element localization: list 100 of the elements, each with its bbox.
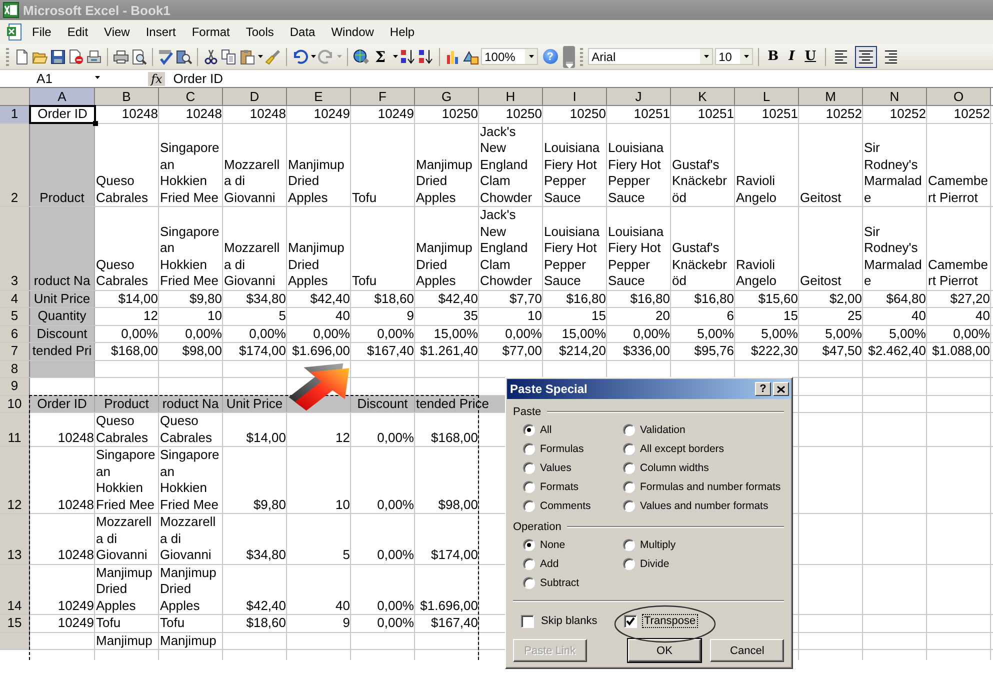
row-header[interactable]: 9 <box>0 378 30 394</box>
cell[interactable]: $336,00 <box>607 343 671 360</box>
cell[interactable]: $167,40 <box>415 615 479 632</box>
cell[interactable]: 0,00% <box>95 326 159 342</box>
cell[interactable]: Louisiana Fiery Hot Pepper Sauce <box>543 124 607 206</box>
cell[interactable]: 0,00% <box>607 326 671 342</box>
cell[interactable]: 6 <box>671 308 735 324</box>
row-header[interactable]: 8 <box>0 360 30 377</box>
bold-button[interactable]: B <box>764 46 783 66</box>
cell[interactable]: $2.462,40 <box>863 343 927 360</box>
cell[interactable]: 40 <box>863 308 927 324</box>
cell[interactable]: Discount <box>30 326 95 342</box>
zoom-box[interactable]: 100% <box>480 48 538 65</box>
row-header[interactable]: 2 <box>0 124 30 206</box>
cell[interactable]: 9 <box>287 615 351 632</box>
menu-item[interactable]: File <box>24 25 60 39</box>
radio-label[interactable]: Values and number formats <box>640 500 768 512</box>
row-header[interactable]: 10 <box>0 396 30 412</box>
checkbox[interactable] <box>521 614 534 628</box>
cell[interactable]: Jack's New England Clam Chowder <box>479 124 543 206</box>
cell[interactable]: 10252 <box>927 106 991 122</box>
column-header[interactable]: A <box>30 88 95 105</box>
radio-button[interactable] <box>623 424 635 436</box>
cell[interactable]: Gustaf's Knäckebr öd <box>671 207 735 290</box>
cell[interactable]: Discount <box>351 396 415 412</box>
cell[interactable]: 5,00% <box>799 326 863 342</box>
italic-button[interactable]: I <box>784 46 799 66</box>
cell[interactable]: $16,80 <box>671 290 735 307</box>
column-header[interactable]: F <box>351 88 415 105</box>
cell[interactable]: Camembe rt Pierrot <box>927 207 991 290</box>
save-icon[interactable] <box>50 48 66 64</box>
underline-button[interactable]: U <box>800 46 820 66</box>
cell[interactable]: Louisiana Fiery Hot Pepper Sauce <box>607 207 671 290</box>
row-header[interactable]: 14 <box>0 564 30 614</box>
radio-button[interactable] <box>623 442 635 454</box>
radio-label[interactable]: Formulas and number formats <box>640 480 781 492</box>
radio-button[interactable] <box>623 462 635 474</box>
cell[interactable]: Manjimup Dried Apples <box>95 564 159 614</box>
cell[interactable]: 10248 <box>30 447 95 513</box>
cell[interactable]: 10250 <box>543 106 607 122</box>
radio-button[interactable] <box>523 442 535 454</box>
radio-button[interactable] <box>623 500 635 512</box>
radio-button[interactable] <box>523 462 535 474</box>
cell[interactable]: 20 <box>607 308 671 324</box>
cell[interactable]: Queso Cabrales <box>159 413 223 446</box>
menu-item[interactable]: Help <box>382 25 423 39</box>
cell[interactable]: $1.696,00 <box>415 564 479 614</box>
cell[interactable]: $168,00 <box>415 413 479 446</box>
cell[interactable]: Manjimup <box>159 632 223 649</box>
cell[interactable]: Gustaf's Knäckebr öd <box>671 124 735 206</box>
cell[interactable]: $42,40 <box>223 564 287 614</box>
row-header[interactable]: 3 <box>0 207 30 290</box>
cell[interactable]: Ravioli Angelo <box>735 207 799 290</box>
cell[interactable]: Singapore an Hokkien Fried Mee <box>159 207 223 290</box>
checkbox-label[interactable]: Skip blanks <box>539 614 600 628</box>
cell[interactable]: tended Pri <box>30 343 95 360</box>
cell[interactable]: Tofu <box>159 615 223 632</box>
radio-label[interactable]: All except borders <box>640 442 724 454</box>
cell[interactable]: Sir Rodney's Marmalad e <box>863 207 927 290</box>
radio-button[interactable] <box>523 558 535 570</box>
close-icon[interactable] <box>777 386 785 392</box>
row-header[interactable]: 11 <box>0 413 30 446</box>
cell[interactable]: 12 <box>95 308 159 324</box>
cell[interactable]: Manjimup Dried Apples <box>287 124 351 206</box>
sort-descending-icon[interactable] <box>418 48 434 64</box>
globe-link-icon[interactable] <box>353 48 369 64</box>
cell[interactable]: Ravioli Angelo <box>735 124 799 206</box>
cell[interactable]: Manjimup Dried Apples <box>415 124 479 206</box>
radio-button[interactable] <box>623 538 635 550</box>
cell[interactable]: 40 <box>287 308 351 324</box>
cell[interactable]: Mozzarell a di Giovanni <box>223 124 287 206</box>
radio-label[interactable]: None <box>540 538 566 550</box>
cell[interactable]: Tofu <box>351 124 415 206</box>
cell[interactable]: 10248 <box>159 106 223 122</box>
cell[interactable]: 0,00% <box>159 326 223 342</box>
cell[interactable]: $47,50 <box>799 343 863 360</box>
radio-button[interactable] <box>523 424 535 436</box>
cut-icon[interactable] <box>203 48 219 64</box>
cell[interactable]: $1.261,40 <box>415 343 479 360</box>
column-header[interactable]: K <box>671 88 735 105</box>
cell[interactable]: 5,00% <box>735 326 799 342</box>
cell[interactable]: Mozzarell a di Giovanni <box>95 514 159 564</box>
cell[interactable]: 10249 <box>30 564 95 614</box>
cell[interactable]: Manjimup Dried Apples <box>287 207 351 290</box>
cell[interactable]: 0,00% <box>927 326 991 342</box>
cell[interactable]: Mozzarell a di Giovanni <box>159 514 223 564</box>
cell[interactable]: 0,00% <box>479 326 543 342</box>
cell[interactable]: Unit Price <box>30 290 95 307</box>
dialog-button[interactable]: Cancel <box>710 639 784 662</box>
close-button[interactable] <box>773 382 789 396</box>
cell[interactable]: $64,80 <box>863 290 927 307</box>
cell[interactable]: roduct Na <box>30 207 95 290</box>
cell[interactable]: Singapore an Hokkien Fried Mee <box>159 124 223 206</box>
cell[interactable]: $16,80 <box>607 290 671 307</box>
toolbar-grip[interactable] <box>6 48 9 66</box>
menu-item[interactable]: Insert <box>138 25 184 39</box>
cell[interactable]: $1.088,00 <box>927 343 991 360</box>
column-header[interactable]: H <box>479 88 543 105</box>
toolbar-options-button[interactable] <box>562 46 575 68</box>
printer-icon[interactable] <box>113 48 129 64</box>
